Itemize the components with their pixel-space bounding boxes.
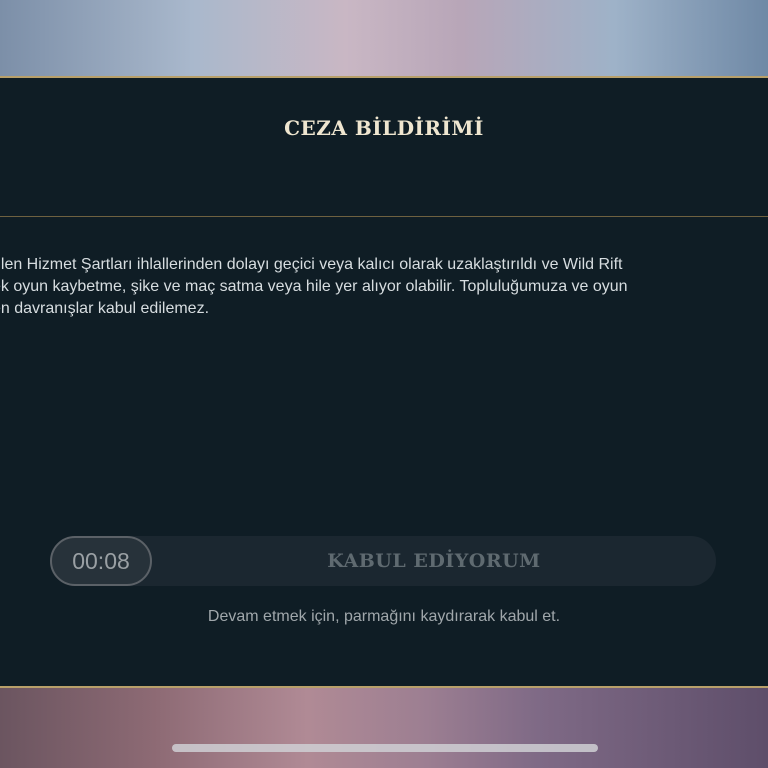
accept-slider[interactable]: 00:08 KABUL EDİYORUM — [50, 536, 716, 586]
accept-slider-label: KABUL EDİYORUM — [327, 550, 541, 572]
notice-body-line: ek oyun kaybetme, şike ve maç satma veya… — [0, 278, 628, 295]
screen: CEZA BİLDİRİMİ rilen Hizmet Şartları ihl… — [0, 0, 768, 768]
notice-body: rilen Hizmet Şartları ihlallerinden dola… — [0, 254, 768, 320]
countdown-timer-handle[interactable]: 00:08 — [50, 536, 152, 586]
notice-body-line: en davranışlar kabul edilemez. — [0, 300, 210, 317]
background-art-top — [0, 0, 768, 80]
title-divider — [0, 216, 768, 217]
dialog-title: CEZA BİLDİRİMİ — [284, 116, 484, 140]
penalty-notice-dialog: CEZA BİLDİRİMİ rilen Hizmet Şartları ihl… — [0, 76, 768, 688]
home-indicator[interactable] — [172, 744, 598, 752]
swipe-hint: Devam etmek için, parmağını kaydırarak k… — [207, 608, 561, 625]
notice-body-line: rilen Hizmet Şartları ihlallerinden dola… — [0, 256, 623, 273]
background-art-bottom — [0, 686, 768, 768]
